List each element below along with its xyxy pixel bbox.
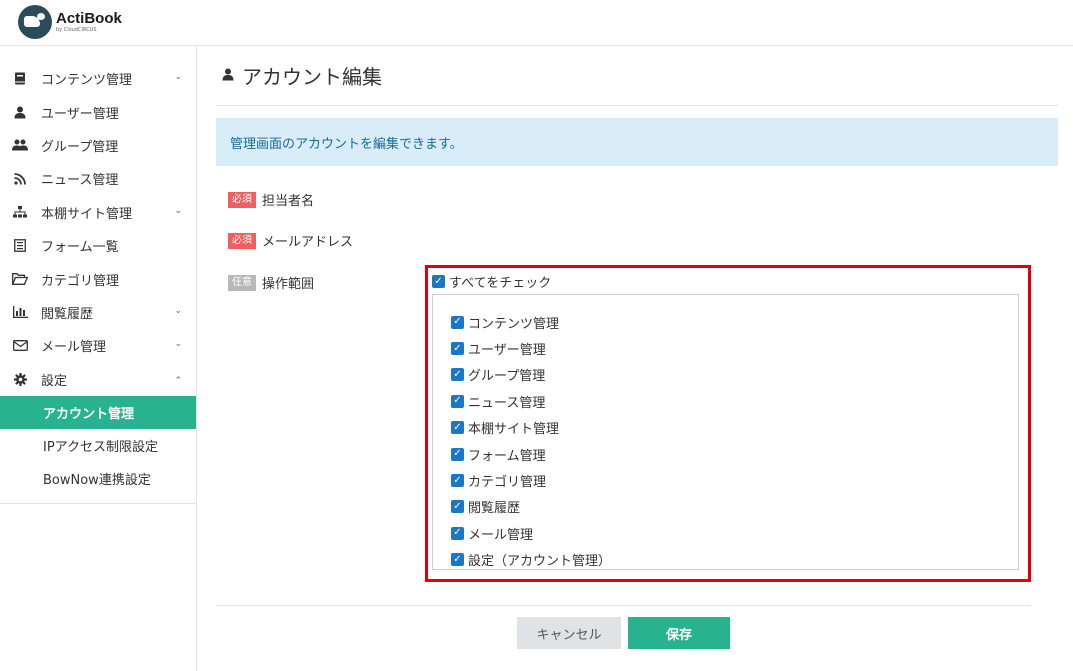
sidebar-item-forms[interactable]: フォーム一覧 [0, 229, 196, 262]
chevron-down-icon: ⌄ [174, 339, 182, 350]
permission-label: 本棚サイト管理 [468, 422, 560, 438]
main-content: アカウント編集 管理画面のアカウントを編集できます。 必須 担当者名 必須 メー… [216, 46, 1058, 570]
checkbox-checked-icon: ✓ [451, 553, 464, 567]
sidebar-item-news[interactable]: ニュース管理 [0, 162, 196, 195]
book-icon [12, 71, 28, 87]
page-title-text: アカウント編集 [242, 65, 382, 89]
app-logo[interactable]: ActiBook by CloudCIRCUS [18, 5, 122, 39]
required-badge: 必須 [228, 191, 256, 208]
permission-label: 閲覧履歴 [468, 501, 521, 517]
sidebar-item-groups[interactable]: グループ管理 [0, 129, 196, 162]
save-button[interactable]: 保存 [628, 617, 730, 649]
logo-mark-icon [18, 5, 52, 39]
permission-label: コンテンツ管理 [468, 316, 560, 332]
sidebar-item-categories[interactable]: カテゴリ管理 [0, 262, 196, 295]
required-badge: 必須 [228, 232, 256, 249]
checkbox-checked-icon: ✓ [451, 447, 464, 461]
permission-label: ユーザー管理 [468, 343, 546, 359]
bar-chart-icon [12, 304, 28, 320]
checkbox-checked-icon: ✓ [432, 275, 445, 288]
sidebar-item-label: コンテンツ管理 [41, 73, 133, 89]
checkbox-checked-icon: ✓ [451, 421, 464, 435]
cancel-button[interactable]: キャンセル [517, 617, 621, 649]
chevron-up-icon: ⌃ [174, 375, 182, 386]
permission-checkbox-forms[interactable]: ✓ フォーム管理 [451, 441, 1018, 467]
permission-label: フォーム管理 [468, 448, 546, 464]
field-email: 必須 メールアドレス [228, 231, 353, 250]
envelope-icon [12, 338, 28, 354]
sidebar-item-label: ユーザー管理 [41, 106, 119, 122]
permission-checkbox-history[interactable]: ✓ 閲覧履歴 [451, 494, 1018, 520]
sidebar-item-history[interactable]: 閲覧履歴 ⌄ [0, 296, 196, 329]
app-name: ActiBook [56, 10, 122, 27]
sidebar-subitem-ip-restriction[interactable]: IPアクセス制限設定 [0, 429, 196, 462]
permission-checkbox-contents[interactable]: ✓ コンテンツ管理 [451, 309, 1018, 335]
users-icon [12, 137, 28, 153]
permission-label: グループ管理 [468, 369, 546, 385]
sidebar-item-bookshelf-site[interactable]: 本棚サイト管理 ⌄ [0, 196, 196, 229]
field-permission-scope: 任意 操作範囲 [228, 273, 314, 292]
footer-divider [216, 605, 1031, 606]
chevron-down-icon: ⌄ [174, 205, 182, 216]
field-person-name: 必須 担当者名 [228, 190, 314, 209]
app-subtitle: by CloudCIRCUS [56, 27, 97, 33]
sidebar-item-contents[interactable]: コンテンツ管理 ⌄ [0, 62, 196, 95]
permission-label: カテゴリ管理 [468, 475, 547, 491]
sidebar-item-label: フォーム一覧 [41, 240, 119, 256]
sidebar-item-label: 設定 [41, 373, 68, 389]
form-icon [12, 238, 28, 254]
permission-checkbox-settings[interactable]: ✓ 設定（アカウント管理） [451, 547, 1018, 573]
sidebar: コンテンツ管理 ⌄ ユーザー管理 グループ管理 ニュース管理 本棚サイト管理 ⌄… [0, 46, 197, 671]
permission-checkbox-news[interactable]: ✓ ニュース管理 [451, 388, 1018, 414]
permission-label: ニュース管理 [468, 395, 546, 411]
permission-label: 設定（アカウント管理） [468, 554, 612, 570]
rss-icon [12, 171, 28, 187]
sidebar-item-label: メール管理 [41, 340, 107, 356]
chevron-down-icon: ⌄ [174, 72, 182, 82]
field-label: 操作範囲 [262, 277, 315, 292]
sidebar-item-users[interactable]: ユーザー管理 [0, 95, 196, 128]
sidebar-subitem-account[interactable]: アカウント管理 [0, 395, 196, 429]
check-all-label: すべてをチェック [449, 276, 552, 291]
permission-checkbox-categories[interactable]: ✓ カテゴリ管理 [451, 467, 1018, 493]
sidebar-item-settings[interactable]: 設定 ⌃ [0, 363, 196, 396]
checkbox-checked-icon: ✓ [451, 474, 464, 488]
checkbox-checked-icon: ✓ [451, 315, 464, 329]
field-label: メールアドレス [262, 235, 354, 250]
sidebar-item-label: ニュース管理 [41, 173, 119, 189]
sidebar-item-label: カテゴリ管理 [41, 273, 120, 289]
optional-badge: 任意 [228, 274, 256, 291]
sidebar-item-mail[interactable]: メール管理 ⌄ [0, 329, 196, 362]
sidebar-item-label: 本棚サイト管理 [41, 206, 133, 222]
sitemap-icon [12, 204, 28, 220]
sidebar-subitem-bownow[interactable]: BowNow連携設定 [0, 462, 196, 495]
checkbox-checked-icon: ✓ [451, 526, 464, 540]
sidebar-item-label: 閲覧履歴 [41, 306, 94, 322]
sidebar-divider [0, 502, 196, 504]
permission-list: ✓ コンテンツ管理 ✓ ユーザー管理 ✓ グループ管理 ✓ ニュース管理 ✓ 本棚サイト管… [432, 294, 1019, 570]
user-icon [12, 104, 28, 120]
checkbox-checked-icon: ✓ [451, 342, 464, 356]
sidebar-menu: コンテンツ管理 ⌄ ユーザー管理 グループ管理 ニュース管理 本棚サイト管理 ⌄… [0, 46, 196, 504]
field-label: 担当者名 [262, 194, 315, 209]
checkbox-checked-icon: ✓ [451, 394, 464, 408]
permission-label: メール管理 [468, 527, 534, 543]
permission-checkbox-mail[interactable]: ✓ メール管理 [451, 520, 1018, 546]
info-message: 管理画面のアカウントを編集できます。 [216, 118, 1058, 166]
page-title: アカウント編集 [216, 46, 1058, 106]
permission-checkbox-bookshelf-site[interactable]: ✓ 本棚サイト管理 [451, 415, 1018, 441]
user-icon [222, 66, 234, 85]
permission-checkbox-users[interactable]: ✓ ユーザー管理 [451, 335, 1018, 361]
folder-open-icon [12, 271, 28, 287]
checkbox-checked-icon: ✓ [451, 500, 464, 514]
checkbox-checked-icon: ✓ [451, 368, 464, 382]
gear-icon [12, 371, 28, 387]
app-header: ActiBook by CloudCIRCUS [0, 0, 1073, 46]
check-all-checkbox[interactable]: ✓ すべてをチェック [432, 272, 551, 291]
chevron-down-icon: ⌄ [174, 305, 182, 316]
sidebar-item-label: グループ管理 [41, 139, 119, 155]
permission-checkbox-groups[interactable]: ✓ グループ管理 [451, 362, 1018, 388]
